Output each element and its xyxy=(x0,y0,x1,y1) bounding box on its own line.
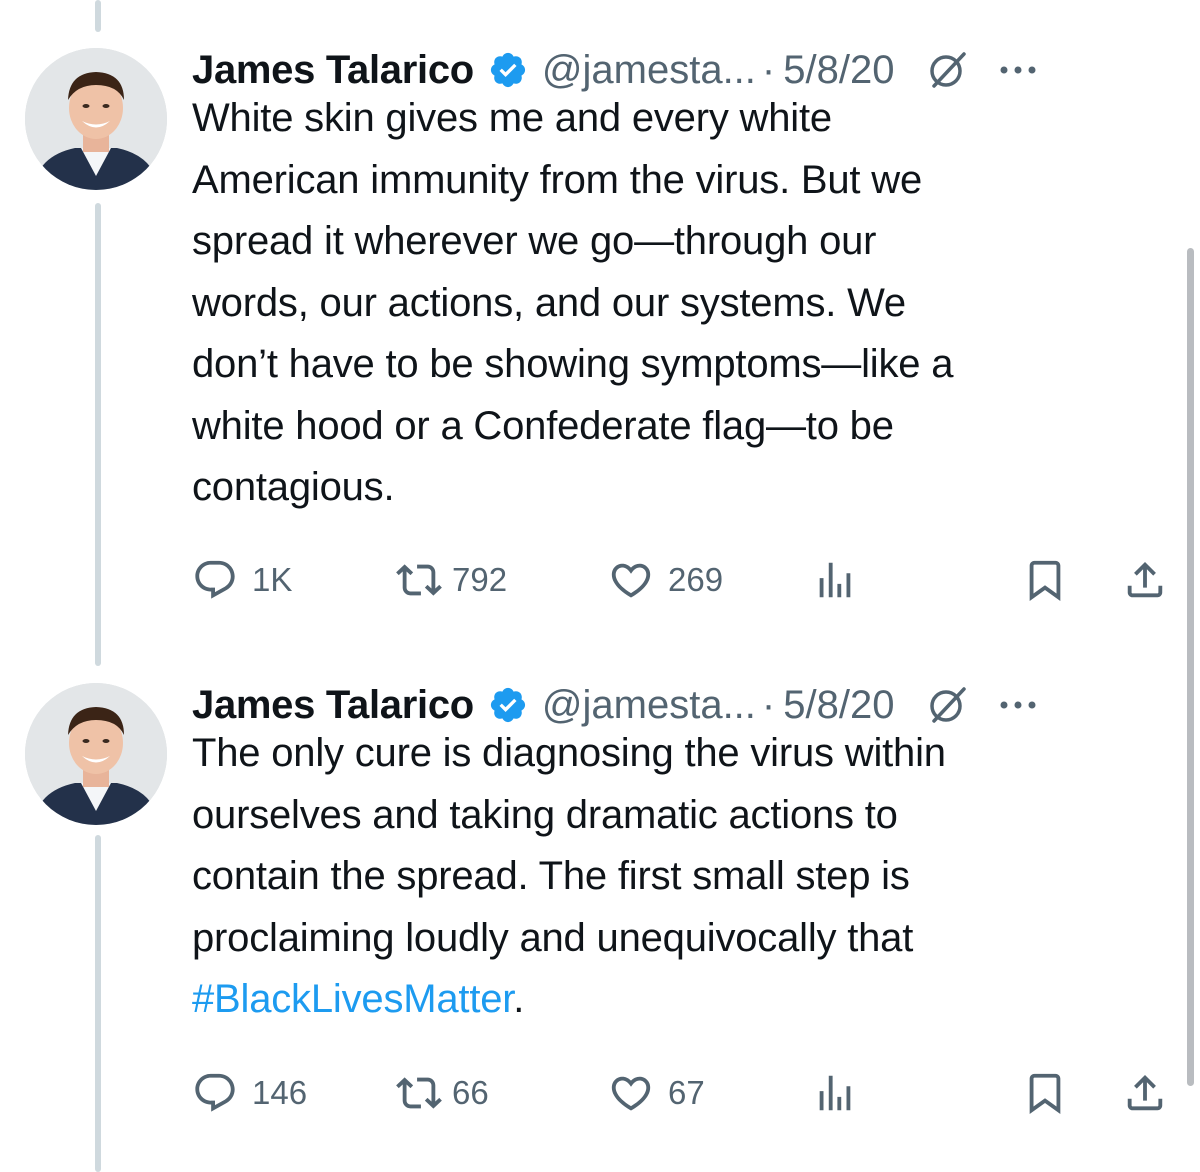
tweet-text-line: The only cure is diagnosing the virus wi… xyxy=(192,731,946,775)
repost-icon xyxy=(396,1070,442,1116)
tweet-date[interactable]: 5/8/20 xyxy=(783,683,894,728)
grok-icon[interactable] xyxy=(926,683,970,727)
repost-icon xyxy=(396,557,442,603)
author-name[interactable]: James Talarico xyxy=(192,48,474,93)
tweet-text-line: don’t have to be showing symptoms—like a xyxy=(192,342,954,386)
separator-dot: · xyxy=(761,682,776,727)
reply-button[interactable]: 146 xyxy=(192,1068,307,1118)
tweet-actions: 146 66 67 xyxy=(192,1068,1182,1118)
more-icon[interactable] xyxy=(996,695,1040,715)
repost-button[interactable]: 792 xyxy=(396,555,507,605)
share-icon xyxy=(1122,557,1168,603)
like-icon xyxy=(608,1070,654,1116)
tweet[interactable]: James Talarico @jamesta... · 5/8/20 Whit… xyxy=(0,40,1200,620)
views-icon xyxy=(812,1070,858,1116)
bookmark-button[interactable] xyxy=(1022,555,1068,605)
like-count: 269 xyxy=(668,561,724,598)
reply-count: 1K xyxy=(252,561,293,598)
views-button[interactable] xyxy=(812,555,858,605)
tweet-text-line: contain the spread. The first small step… xyxy=(192,854,910,898)
repost-count: 66 xyxy=(452,1074,489,1111)
reply-button[interactable]: 1K xyxy=(192,555,292,605)
like-count: 67 xyxy=(668,1074,705,1111)
avatar[interactable] xyxy=(25,48,167,190)
tweet-text-line: ourselves and taking dramatic actions to xyxy=(192,792,898,837)
tweet-text-line: proclaiming loudly and unequivocally tha… xyxy=(192,915,914,960)
more-icon[interactable] xyxy=(996,60,1040,80)
author-name[interactable]: James Talarico xyxy=(192,683,474,728)
reply-count: 146 xyxy=(252,1074,308,1111)
like-button[interactable]: 269 xyxy=(608,555,723,605)
repost-button[interactable]: 66 xyxy=(396,1068,489,1118)
tweet-text: The only cure is diagnosing the virus wi… xyxy=(192,723,1152,1031)
tweet-text-line: words, our actions, and our systems. We xyxy=(192,280,906,325)
tweet-text-line: white hood or a Confederate flag—to be xyxy=(192,403,894,448)
share-button[interactable] xyxy=(1122,555,1168,605)
tweet[interactable]: James Talarico @jamesta... · 5/8/20 The … xyxy=(0,675,1200,1155)
bookmark-icon xyxy=(1022,557,1068,603)
reply-icon xyxy=(192,557,238,603)
bookmark-icon xyxy=(1022,1070,1068,1116)
views-button[interactable] xyxy=(812,1068,858,1118)
tweet-text-line: White skin gives me and every white xyxy=(192,96,832,140)
tweet-date[interactable]: 5/8/20 xyxy=(783,48,894,93)
author-handle[interactable]: @jamesta... xyxy=(542,48,756,93)
hashtag-suffix: . xyxy=(513,977,525,1021)
tweet-actions: 1K 792 269 xyxy=(192,555,1182,605)
share-button[interactable] xyxy=(1122,1068,1168,1118)
like-button[interactable]: 67 xyxy=(608,1068,705,1118)
grok-icon[interactable] xyxy=(926,48,970,92)
thread-line-top xyxy=(95,0,101,32)
bookmark-button[interactable] xyxy=(1022,1068,1068,1118)
author-handle[interactable]: @jamesta... xyxy=(542,683,756,728)
hashtag-link[interactable]: #BlackLivesMatter xyxy=(192,977,513,1021)
share-icon xyxy=(1122,1070,1168,1116)
tweet-text-line: contagious. xyxy=(192,465,395,509)
tweet-text-line: American immunity from the virus. But we xyxy=(192,157,922,202)
avatar-photo xyxy=(25,48,167,190)
tweet-text-line: spread it wherever we go—through our xyxy=(192,219,877,263)
avatar[interactable] xyxy=(25,683,167,825)
verified-badge-icon xyxy=(488,685,528,725)
verified-badge-icon xyxy=(488,50,528,90)
tweet-text-line: #BlackLivesMatter. xyxy=(192,969,1152,1031)
repost-count: 792 xyxy=(452,561,508,598)
separator-dot: · xyxy=(761,47,776,92)
views-icon xyxy=(812,557,858,603)
like-icon xyxy=(608,557,654,603)
avatar-photo xyxy=(25,683,167,825)
tweet-text: White skin gives me and every white Amer… xyxy=(192,88,1152,519)
reply-icon xyxy=(192,1070,238,1116)
